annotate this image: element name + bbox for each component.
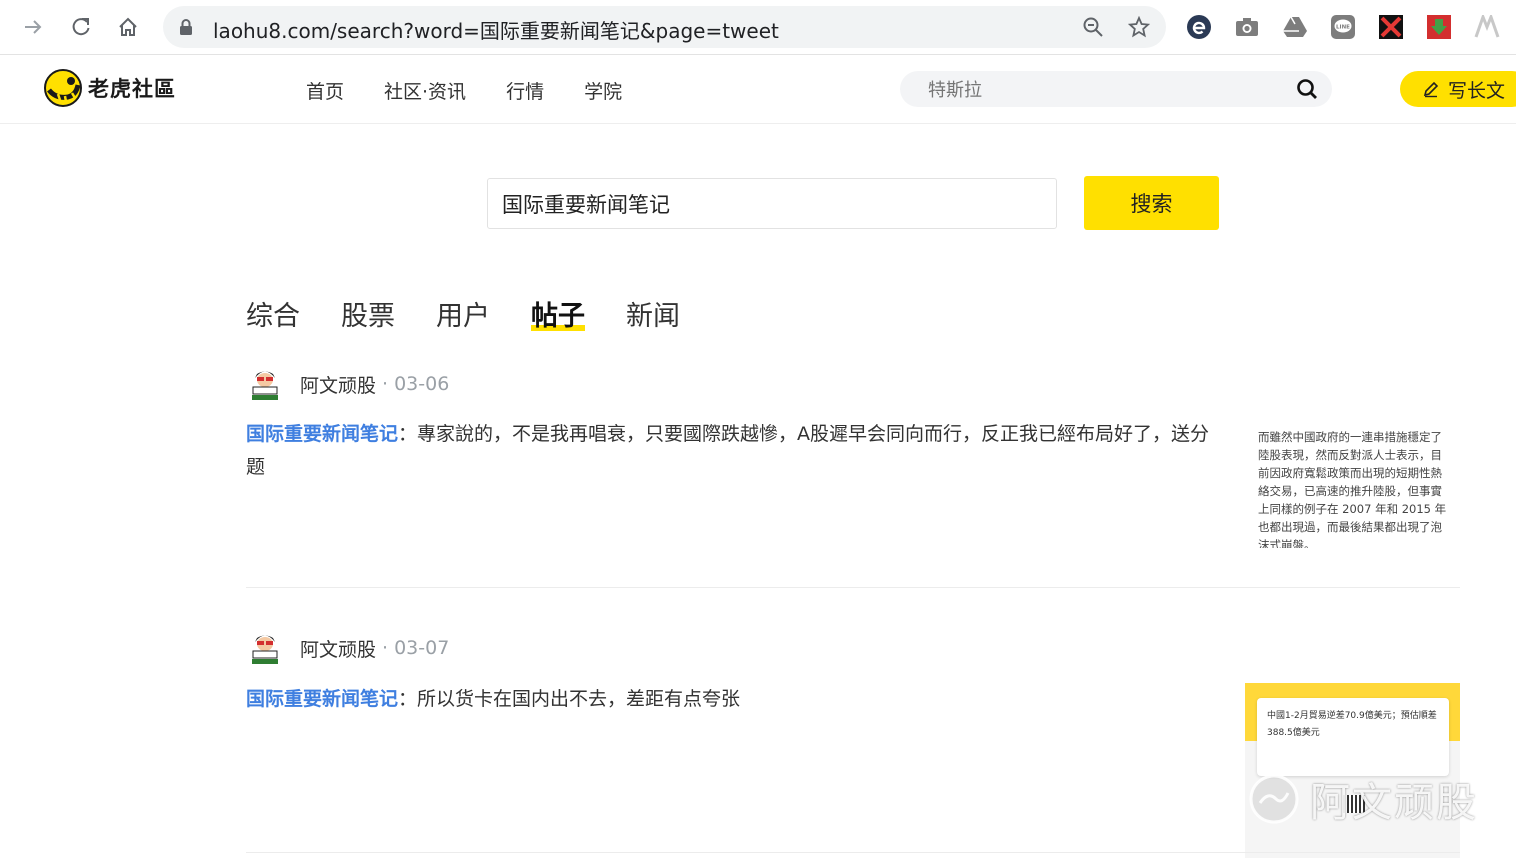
divider [246, 587, 1460, 588]
main-search-input[interactable] [488, 179, 1056, 228]
tab-news[interactable]: 新闻 [626, 294, 680, 333]
zoom-icon[interactable] [1082, 16, 1104, 42]
header-search [900, 71, 1332, 109]
main-nav: 首页 社区·资讯 行情 学院 [306, 77, 622, 104]
site-header: 老虎社區 首页 社区·资讯 行情 学院 写长文 [0, 55, 1516, 124]
write-article-button[interactable]: 写长文 [1400, 71, 1516, 107]
search-button[interactable]: 搜索 [1084, 176, 1219, 230]
pen-icon [1423, 81, 1439, 98]
post-meta: 阿文顽股 · 03-07 [246, 629, 450, 667]
tab-users[interactable]: 用户 [436, 294, 490, 333]
drive-icon[interactable] [1281, 13, 1309, 41]
logo-text: 老虎社區 [88, 77, 176, 101]
post-thumbnail[interactable]: 而雖然中國政府的一連串措施穩定了陸股表現，然而反對派人士表示，目前因政府寬鬆政策… [1252, 424, 1456, 548]
forward-icon[interactable] [18, 12, 48, 42]
reload-icon[interactable] [66, 12, 96, 42]
post-content[interactable]: 国际重要新闻笔记：專家說的，不是我再唱衰，只要國際跌越慘，A股遲早会同向而行，反… [246, 418, 1211, 484]
post-date: · 03-07 [382, 637, 450, 659]
tiger-logo-icon [44, 69, 82, 107]
result-tabs: 综合 股票 用户 帖子 新闻 [246, 294, 721, 333]
watermark: 阿文顽股 [1248, 770, 1478, 828]
post-date: · 03-06 [382, 373, 450, 395]
edge-icon[interactable] [1185, 13, 1213, 41]
nav-item-community[interactable]: 社区·资讯 [384, 77, 466, 104]
post-content[interactable]: 国际重要新闻笔记：所以货卡在国内出不去，差距有点夸张 [246, 683, 1211, 716]
address-bar[interactable]: laohu8.com/search?word=国际重要新闻笔记&page=twe… [163, 6, 1166, 48]
search-icon[interactable] [1296, 78, 1318, 104]
header-search-input[interactable] [926, 71, 1270, 109]
thumbnail-card: 中國1-2月貿易逆差70.9億美元；預估順差388.5億美元 [1257, 698, 1449, 776]
url-text: laohu8.com/search?word=国际重要新闻笔记&page=twe… [213, 19, 779, 43]
nav-item-market[interactable]: 行情 [506, 77, 544, 104]
camera-icon[interactable] [1233, 13, 1261, 41]
watermark-text: 阿文顽股 [1310, 780, 1478, 826]
tab-posts[interactable]: 帖子 [531, 294, 585, 333]
post-keyword: 国际重要新闻笔记 [246, 423, 399, 445]
post-keyword: 国际重要新闻笔记 [246, 688, 399, 710]
post-author[interactable]: 阿文顽股 [300, 371, 376, 398]
line-icon[interactable]: LINE [1329, 13, 1357, 41]
avatar[interactable] [246, 365, 284, 403]
watermark-logo-icon [1249, 774, 1299, 824]
browser-toolbar: laohu8.com/search?word=国际重要新闻笔记&page=twe… [0, 0, 1516, 55]
nav-item-academy[interactable]: 学院 [584, 77, 622, 104]
post-meta: 阿文顽股 · 03-06 [246, 365, 450, 403]
post-text: ：所以货卡在国内出不去，差距有点夸张 [398, 688, 741, 710]
post-author[interactable]: 阿文顽股 [300, 635, 376, 662]
bookmark-star-icon[interactable] [1127, 15, 1151, 42]
tab-overview[interactable]: 综合 [246, 294, 300, 333]
svg-text:LINE: LINE [1336, 25, 1350, 31]
download-extension-icon[interactable] [1425, 13, 1453, 41]
home-icon[interactable] [113, 12, 143, 42]
avatar[interactable] [246, 629, 284, 667]
nav-item-home[interactable]: 首页 [306, 77, 344, 104]
site-logo[interactable]: 老虎社區 [44, 69, 176, 107]
main-search-box [487, 178, 1057, 229]
lock-icon [179, 18, 193, 40]
vector-icon[interactable] [1473, 13, 1501, 41]
x-extension-icon[interactable] [1377, 13, 1405, 41]
divider [246, 852, 1460, 853]
write-article-label: 写长文 [1448, 79, 1506, 102]
tab-stocks[interactable]: 股票 [341, 294, 395, 333]
